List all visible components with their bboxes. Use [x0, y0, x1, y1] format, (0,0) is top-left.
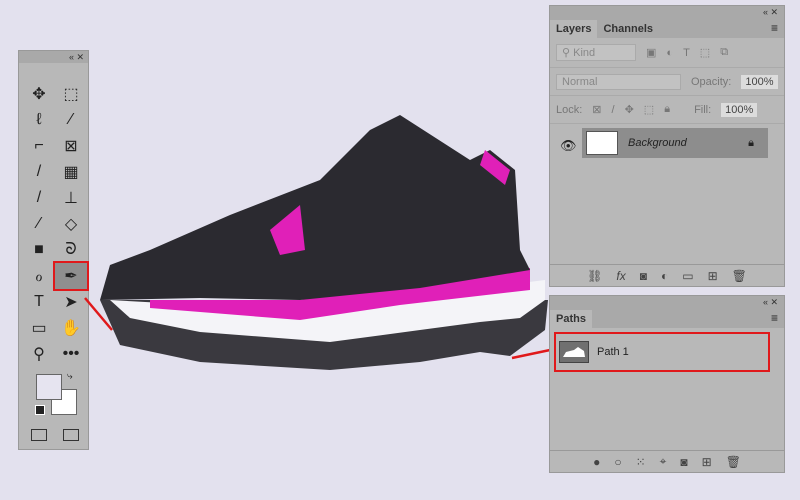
new-group-icon[interactable]: ▭ [682, 269, 693, 283]
fx-icon[interactable]: fx [616, 269, 625, 283]
filter-kind-select[interactable]: ⚲ Kind [556, 44, 636, 61]
red-arrow-path [511, 348, 551, 360]
foreground-color-swatch[interactable] [36, 374, 62, 400]
paths-footer: ● ○ ⁙ ⌖ ◙ ⊞ 🗑︎ [550, 450, 784, 472]
path-thumbnail [559, 341, 589, 363]
layer-row-background[interactable]: Background 🔒︎ [582, 128, 768, 158]
tab-paths[interactable]: Paths [550, 310, 592, 328]
layers-panel-header[interactable]: « ✕ [550, 6, 784, 18]
load-selection-icon[interactable]: ⁙ [636, 455, 646, 469]
layers-footer: ⛓ fx ◙ ◐ ▭ ⊞ 🗑︎ [550, 264, 784, 286]
add-mask-icon[interactable]: ◙ [640, 269, 647, 283]
fill-label: Fill: [694, 103, 712, 116]
filter-smart-object-icon[interactable]: ⧉ [720, 46, 728, 59]
tab-channels[interactable]: Channels [597, 20, 659, 38]
link-layers-icon[interactable]: ⛓ [587, 269, 602, 283]
visibility-eye-icon[interactable]: 👁︎ [560, 138, 577, 154]
paths-panel: « ✕ Paths ≡ Path 1 ● ○ ⁙ ⌖ ◙ ⊞ 🗑︎ [549, 295, 785, 473]
opacity-input[interactable]: 100% [741, 74, 778, 89]
filter-adjustment-icon[interactable]: ◐ [666, 47, 673, 59]
stroke-path-icon[interactable]: ○ [614, 455, 621, 469]
new-layer-icon[interactable]: ⊞ [708, 269, 718, 283]
tab-layers[interactable]: Layers [550, 20, 598, 38]
lock-artboard-icon[interactable]: ⬚ [644, 103, 654, 116]
layer-name: Background [628, 137, 687, 149]
new-path-icon[interactable]: ⊞ [702, 455, 712, 469]
paths-panel-header[interactable]: « ✕ [550, 296, 784, 308]
lock-label: Lock: [556, 103, 583, 116]
layer-thumbnail [586, 131, 618, 155]
path-row-path-1[interactable]: Path 1 [554, 332, 770, 372]
delete-path-icon[interactable]: 🗑︎ [726, 455, 741, 469]
adjustment-layer-icon[interactable]: ◐ [661, 269, 668, 283]
shoe-upper [100, 115, 530, 300]
filter-type-icon[interactable]: T [683, 47, 690, 59]
add-mask-icon[interactable]: ◙ [680, 455, 687, 469]
paths-menu-icon[interactable]: ≡ [771, 311, 778, 325]
panel-menu-icon[interactable]: ≡ [771, 21, 778, 35]
delete-layer-icon[interactable]: 🗑︎ [732, 269, 747, 283]
filter-pixel-icon[interactable]: ▣ [646, 46, 656, 59]
filter-shape-icon[interactable]: ⬚ [700, 46, 710, 59]
blend-mode-select[interactable]: Normal [556, 73, 681, 90]
fill-input[interactable]: 100% [721, 102, 758, 117]
fill-path-icon[interactable]: ● [593, 455, 600, 469]
layer-lock-icon: 🔒︎ [748, 136, 754, 149]
lock-position-icon[interactable]: ✥ [625, 103, 634, 116]
opacity-label: Opacity: [691, 75, 732, 88]
lock-all-icon[interactable]: 🔒︎ [664, 103, 670, 116]
filter-kind-value: Kind [573, 47, 596, 59]
make-work-path-icon[interactable]: ⌖ [660, 454, 667, 469]
lock-pixels-icon[interactable]: / [612, 104, 615, 116]
path-name: Path 1 [597, 346, 629, 358]
lock-transparent-icon[interactable]: ⊠ [592, 103, 601, 116]
layers-panel: « ✕ Layers Channels ≡ ⚲ Kind ▣ ◐ T ⬚ ⧉ Normal… [549, 5, 785, 287]
